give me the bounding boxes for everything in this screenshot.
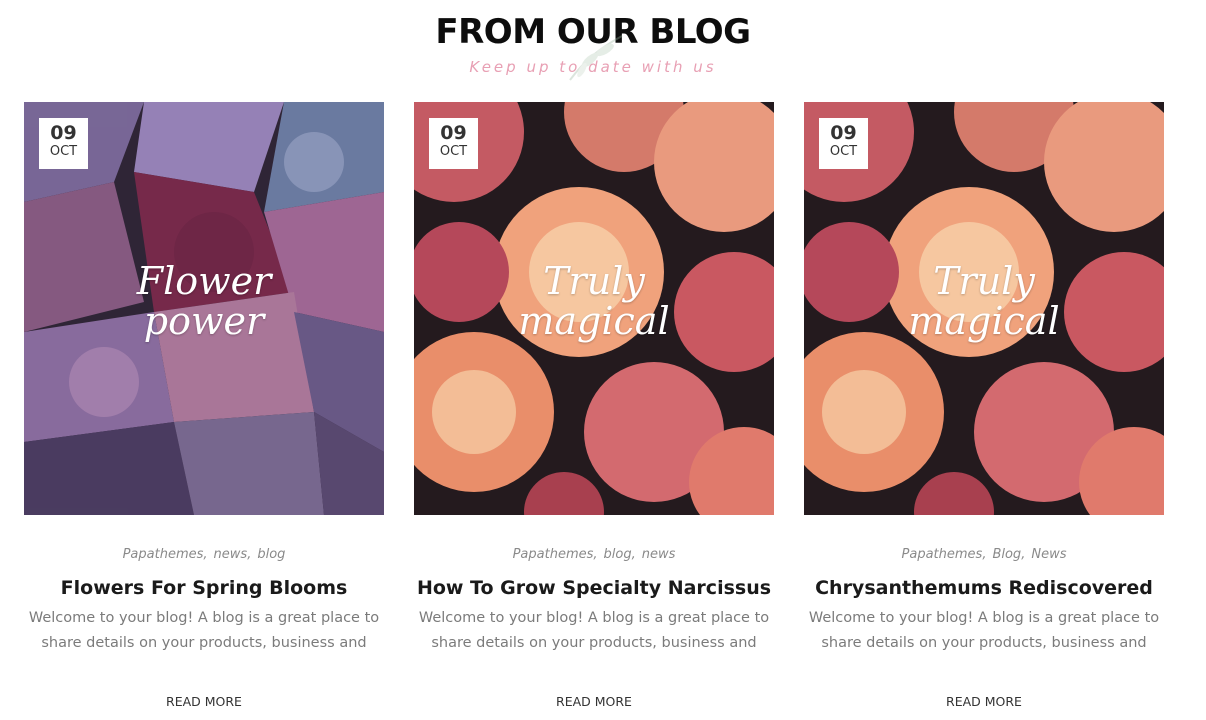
post-tags: Papathemes, news, blog: [122, 547, 286, 562]
date-month: OCT: [829, 144, 858, 159]
image-caption-line1: Truly: [933, 259, 1035, 303]
read-more-link[interactable]: READ MORE: [414, 694, 774, 710]
post-image-link[interactable]: Flower power 09 OCT: [24, 102, 384, 515]
tag-link[interactable]: news: [642, 547, 676, 562]
post-title-link[interactable]: How To Grow Specialty Narcissus: [414, 577, 774, 599]
tag-link[interactable]: Blog: [992, 547, 1021, 562]
date-month: OCT: [49, 144, 78, 159]
post-excerpt: Welcome to your blog! A blog is a great …: [418, 610, 770, 651]
tag-link[interactable]: blog: [257, 547, 285, 562]
tag-link[interactable]: news: [214, 547, 248, 562]
post-excerpt: Welcome to your blog! A blog is a great …: [28, 610, 380, 651]
image-caption-line1: Flower: [136, 259, 272, 303]
image-caption-line2: power: [143, 299, 265, 343]
post-image-link[interactable]: Truly magical 09 OCT: [414, 102, 774, 515]
date-day: 09: [50, 122, 77, 144]
post-image-link[interactable]: Truly magical 09 OCT: [804, 102, 1164, 515]
blog-card: Truly magical 09 OCT Papathemes, Blog, New…: [804, 102, 1164, 710]
post-title-link[interactable]: Flowers For Spring Blooms: [24, 577, 384, 599]
tag-link[interactable]: blog: [604, 547, 632, 562]
blog-card: Truly magical 09 OCT Papathemes, blog, new…: [414, 102, 774, 710]
date-day: 09: [830, 122, 857, 144]
date-badge: 09 OCT: [39, 118, 88, 169]
blog-card: Flower power 09 OCT Papathemes, news, blog…: [24, 102, 384, 710]
image-caption-line1: Truly: [543, 259, 645, 303]
leaf-decoration-icon: [569, 35, 623, 81]
date-badge: 09 OCT: [429, 118, 478, 169]
post-tags: Papathemes, blog, news: [512, 547, 676, 562]
date-month: OCT: [439, 144, 468, 159]
blog-section-header: FROM OUR BLOG Keep up to date with us: [0, 0, 1186, 81]
tag-link[interactable]: News: [1031, 547, 1066, 562]
read-more-link[interactable]: READ MORE: [804, 694, 1164, 710]
date-badge: 09 OCT: [819, 118, 868, 169]
post-tags: Papathemes, Blog, News: [901, 547, 1067, 562]
tag-link[interactable]: Papathemes: [902, 547, 983, 562]
date-day: 09: [440, 122, 467, 144]
post-excerpt: Welcome to your blog! A blog is a great …: [808, 610, 1160, 651]
read-more-link[interactable]: READ MORE: [24, 694, 384, 710]
post-title-link[interactable]: Chrysanthemums Rediscovered: [804, 577, 1164, 599]
image-caption-line2: magical: [908, 299, 1060, 343]
tag-link[interactable]: Papathemes: [513, 547, 594, 562]
tag-link[interactable]: Papathemes: [123, 547, 204, 562]
image-caption-line2: magical: [518, 299, 670, 343]
